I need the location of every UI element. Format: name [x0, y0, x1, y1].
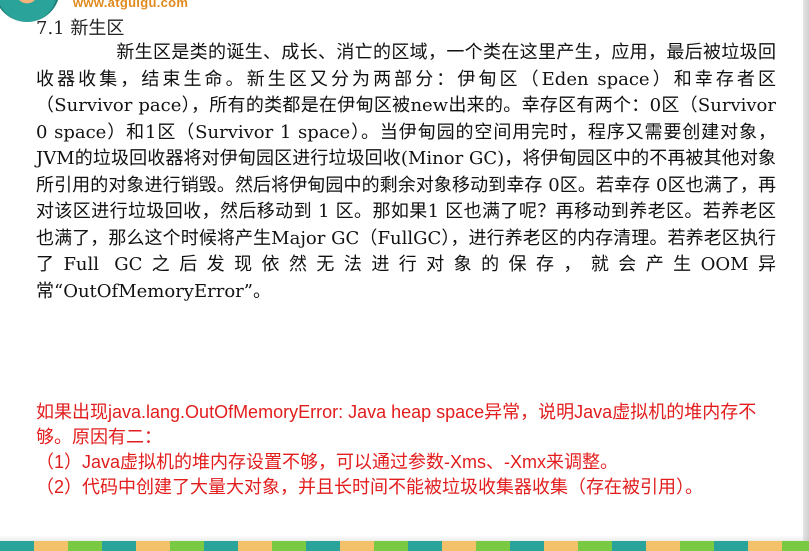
footer-decoration-bar: [0, 541, 809, 551]
section-heading: 7.1 新生区: [36, 18, 125, 39]
body-paragraph: 新生区是类的诞生、成长、消亡的区域，一个类在这里产生，应用，最后被垃圾回收器收集…: [36, 42, 776, 302]
oom-note-intro: 如果出现java.lang.OutOfMemoryError: Java hea…: [36, 402, 757, 447]
oom-reason-2: （2）代码中创建了大量大对象，并且长时间不能被垃圾收集器收集（存在被引用）。: [36, 477, 704, 497]
slide-right-border: [803, 0, 809, 551]
body-paragraph-block: 新生区是类的诞生、成长、消亡的区域，一个类在这里产生，应用，最后被垃圾回收器收集…: [36, 40, 776, 305]
slide-canvas: www.atguigu.com 7.1 新生区 新生区是类的诞生、成长、消亡的区…: [0, 0, 809, 551]
oom-note-block: 如果出现java.lang.OutOfMemoryError: Java hea…: [36, 400, 776, 500]
logo-url-text: www.atguigu.com: [73, 0, 189, 10]
oom-reason-1: （1）Java虚拟机的堆内存设置不够，可以通过参数-Xms、-Xmx来调整。: [36, 452, 619, 472]
